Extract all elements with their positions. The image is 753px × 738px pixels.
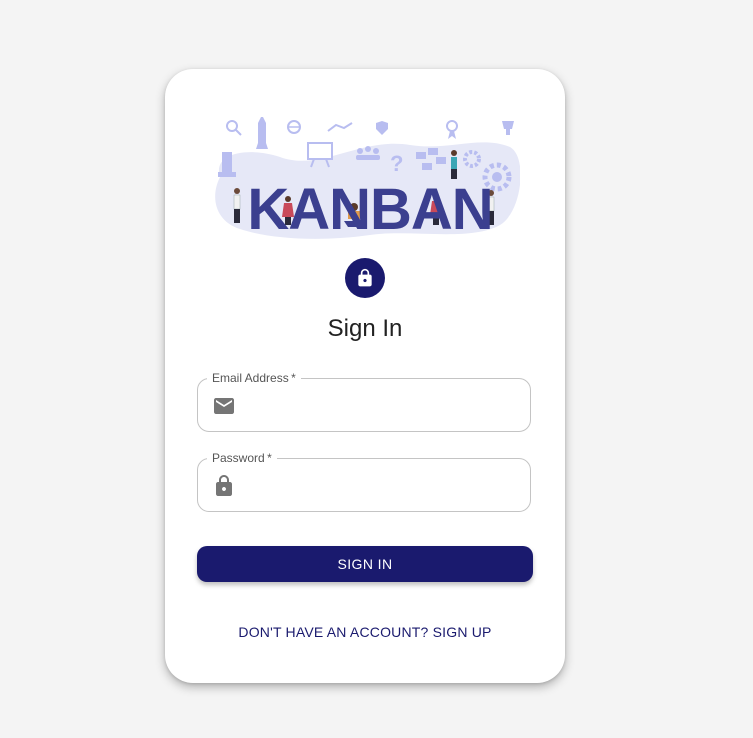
svg-text:?: ? xyxy=(390,151,403,176)
email-input[interactable] xyxy=(248,389,522,423)
lock-icon xyxy=(358,268,372,287)
password-field[interactable]: Password * xyxy=(197,450,531,512)
page-title: Sign In xyxy=(327,315,403,342)
email-field-label: Email Address * xyxy=(207,370,301,386)
email-field[interactable]: Email Address * xyxy=(197,370,531,432)
email-icon xyxy=(214,398,234,414)
password-input[interactable] xyxy=(248,469,522,503)
sign-up-link[interactable]: DON'T HAVE AN ACCOUNT? SIGN UP xyxy=(165,624,565,640)
lock-avatar xyxy=(345,258,385,298)
kanban-logo-text: KANBAN xyxy=(247,177,493,242)
lock-icon xyxy=(216,475,232,496)
sign-in-button[interactable]: SIGN IN xyxy=(197,546,533,582)
password-field-label: Password * xyxy=(207,450,277,466)
kanban-hero-illustration: ? KANBAN xyxy=(210,117,520,245)
sign-in-card: ? KANBAN Sign In Email Address * Passwor… xyxy=(165,69,565,683)
